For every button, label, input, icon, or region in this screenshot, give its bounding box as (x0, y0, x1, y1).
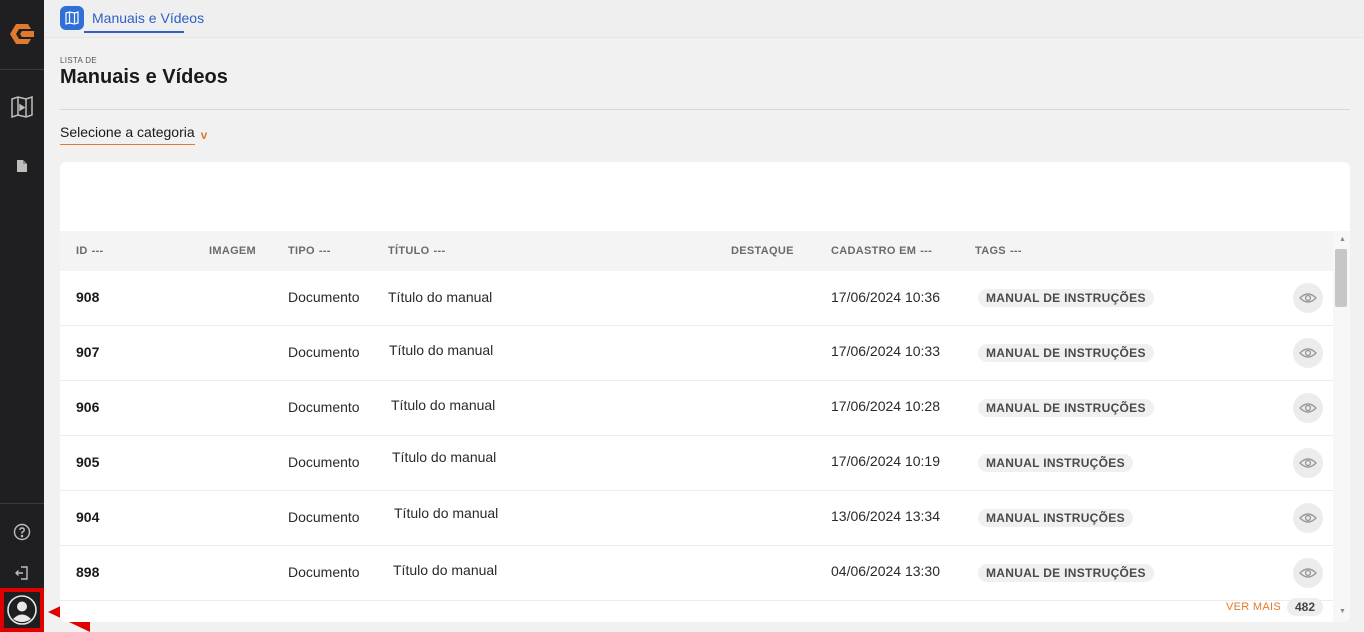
row-tag: MANUAL INSTRUÇÕES (978, 509, 1133, 527)
row-date: 17/06/2024 10:33 (831, 343, 940, 359)
row-id: 908 (76, 289, 100, 305)
row-tag: MANUAL DE INSTRUÇÕES (978, 289, 1154, 307)
column-label: TÍTULO (388, 245, 430, 257)
view-button[interactable] (1293, 283, 1323, 313)
column-header-imagem: IMAGEM (209, 231, 256, 271)
tab-manuals-videos[interactable]: Manuais e Vídeos (60, 6, 204, 38)
company-logo-icon (10, 24, 34, 44)
column-header-id[interactable]: ID --- (76, 231, 104, 271)
row-title: Título do manual (389, 342, 494, 358)
sidebar-item-help[interactable] (0, 514, 44, 550)
page-subtitle: LISTA DE (60, 56, 97, 65)
row-tag: MANUAL DE INSTRUÇÕES (978, 344, 1154, 362)
sort-icon: --- (91, 245, 104, 257)
view-button[interactable] (1293, 338, 1323, 368)
column-label: CADASTRO EM (831, 245, 917, 257)
divider (60, 109, 1350, 110)
column-label: TAGS (975, 245, 1006, 257)
help-icon (13, 523, 31, 541)
row-date: 17/06/2024 10:28 (831, 398, 940, 414)
view-button[interactable] (1293, 393, 1323, 423)
table-row[interactable]: 906 Documento Título do manual 17/06/202… (60, 381, 1333, 436)
row-title: Título do manual (391, 397, 496, 413)
row-title: Título do manual (388, 289, 493, 305)
scroll-up-arrow-icon[interactable]: ▲ (1339, 236, 1346, 243)
row-id: 906 (76, 399, 100, 415)
eye-icon (1299, 568, 1317, 578)
row-id: 905 (76, 454, 100, 470)
column-header-tags[interactable]: TAGS --- (975, 231, 1022, 271)
logout-icon (15, 566, 28, 580)
row-type: Documento (288, 344, 360, 360)
row-tag: MANUAL DE INSTRUÇÕES (978, 564, 1154, 582)
column-label: DESTAQUE (731, 245, 794, 257)
view-button[interactable] (1293, 448, 1323, 478)
chevron-down-icon: v (200, 128, 208, 142)
column-label: IMAGEM (209, 245, 257, 257)
top-bar: Manuais e Vídeos (44, 0, 1364, 38)
eye-icon (1299, 513, 1317, 523)
row-type: Documento (288, 454, 360, 470)
column-label: ID (76, 245, 88, 257)
row-title: Título do manual (392, 449, 497, 465)
sidebar (0, 0, 44, 632)
tab-label: Manuais e Vídeos (92, 10, 205, 26)
row-type: Documento (288, 564, 360, 580)
category-select[interactable]: Selecione a categoria v (60, 124, 207, 146)
view-button[interactable] (1293, 503, 1323, 533)
manuals-table-card: ID --- IMAGEM TIPO --- TÍTULO --- DESTAQUE … (60, 162, 1350, 622)
sidebar-item-logout[interactable] (0, 555, 44, 591)
table-row[interactable]: 904 Documento Título do manual 13/06/202… (60, 491, 1333, 546)
row-date: 17/06/2024 10:19 (831, 453, 940, 469)
profile-avatar-button[interactable] (0, 588, 44, 632)
row-id: 907 (76, 344, 100, 360)
scroll-down-arrow-icon[interactable]: ▼ (1339, 608, 1346, 615)
table-header: ID --- IMAGEM TIPO --- TÍTULO --- DESTAQUE … (60, 231, 1333, 271)
sort-icon: --- (433, 245, 446, 257)
eye-icon (1299, 293, 1317, 303)
row-id: 898 (76, 564, 100, 580)
category-select-label: Selecione a categoria (60, 124, 195, 145)
column-label: TIPO (288, 245, 315, 257)
column-header-tipo[interactable]: TIPO --- (288, 231, 331, 271)
column-header-titulo[interactable]: TÍTULO --- (388, 231, 445, 271)
manual-book-icon (11, 95, 33, 119)
user-avatar-icon (7, 595, 37, 625)
row-date: 13/06/2024 13:34 (831, 508, 940, 524)
row-type: Documento (288, 289, 360, 305)
eye-icon (1299, 458, 1317, 468)
sidebar-divider (0, 69, 44, 70)
manual-book-icon (60, 6, 84, 30)
row-type: Documento (288, 399, 360, 415)
total-count-badge: 482 (1287, 598, 1324, 616)
active-tab-indicator (84, 31, 184, 33)
scrollbar-thumb[interactable] (1335, 249, 1347, 307)
table-row[interactable]: 908 Documento Título do manual 17/06/202… (60, 271, 1333, 326)
column-header-cadastro[interactable]: CADASTRO EM --- (831, 231, 932, 271)
document-icon (17, 160, 27, 172)
sidebar-item-documents[interactable] (0, 148, 44, 184)
row-tag: MANUAL INSTRUÇÕES (978, 454, 1133, 472)
table-row[interactable]: 907 Documento Título do manual 17/06/202… (60, 326, 1333, 381)
sort-icon: --- (920, 245, 933, 257)
table-row[interactable]: 905 Documento Título do manual 17/06/202… (60, 436, 1333, 491)
row-date: 04/06/2024 13:30 (831, 563, 940, 579)
eye-icon (1299, 348, 1317, 358)
eye-icon (1299, 403, 1317, 413)
sort-icon: --- (1009, 245, 1022, 257)
row-title: Título do manual (393, 562, 498, 578)
row-title: Título do manual (394, 505, 499, 521)
sidebar-item-manuals[interactable] (0, 89, 44, 125)
row-date: 17/06/2024 10:36 (831, 289, 940, 305)
sort-icon: --- (318, 245, 331, 257)
page-title: Manuais e Vídeos (60, 66, 228, 88)
column-header-destaque: DESTAQUE (731, 231, 794, 271)
sidebar-divider-bottom (0, 503, 44, 504)
row-id: 904 (76, 509, 100, 525)
table-row[interactable]: 898 Documento Título do manual 04/06/202… (60, 546, 1333, 601)
see-more-link[interactable]: VER MAIS (1226, 601, 1281, 613)
row-tag: MANUAL DE INSTRUÇÕES (978, 399, 1154, 417)
row-type: Documento (288, 509, 360, 525)
view-button[interactable] (1293, 558, 1323, 588)
